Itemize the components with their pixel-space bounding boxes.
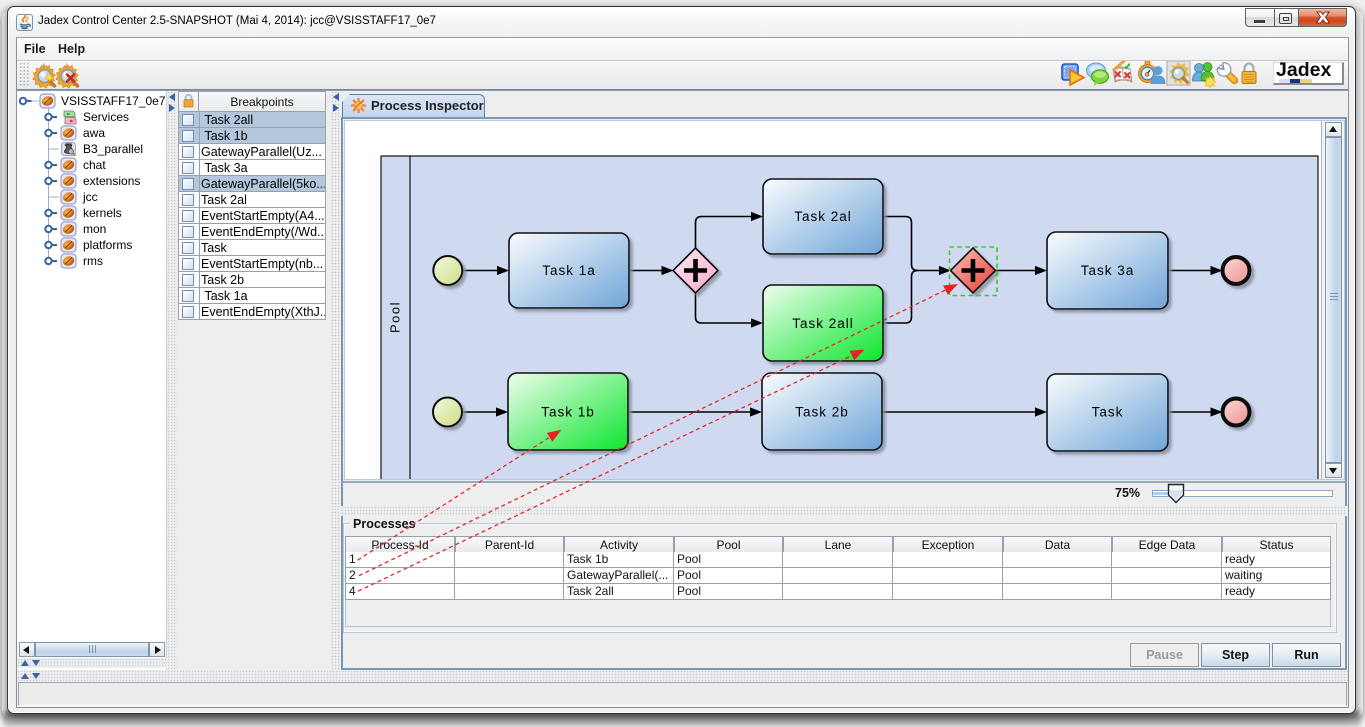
- svg-text:Task 1a: Task 1a: [542, 263, 596, 278]
- svg-text:Pool: Pool: [387, 301, 402, 333]
- svg-text:Task 2b: Task 2b: [795, 405, 849, 420]
- svg-text:Task: Task: [1092, 405, 1124, 420]
- svg-text:Task 1b: Task 1b: [541, 405, 595, 420]
- svg-text:Task 2all: Task 2all: [792, 316, 854, 331]
- svg-text:Task 3a: Task 3a: [1081, 263, 1135, 278]
- svg-text:Task 2al: Task 2al: [794, 209, 852, 224]
